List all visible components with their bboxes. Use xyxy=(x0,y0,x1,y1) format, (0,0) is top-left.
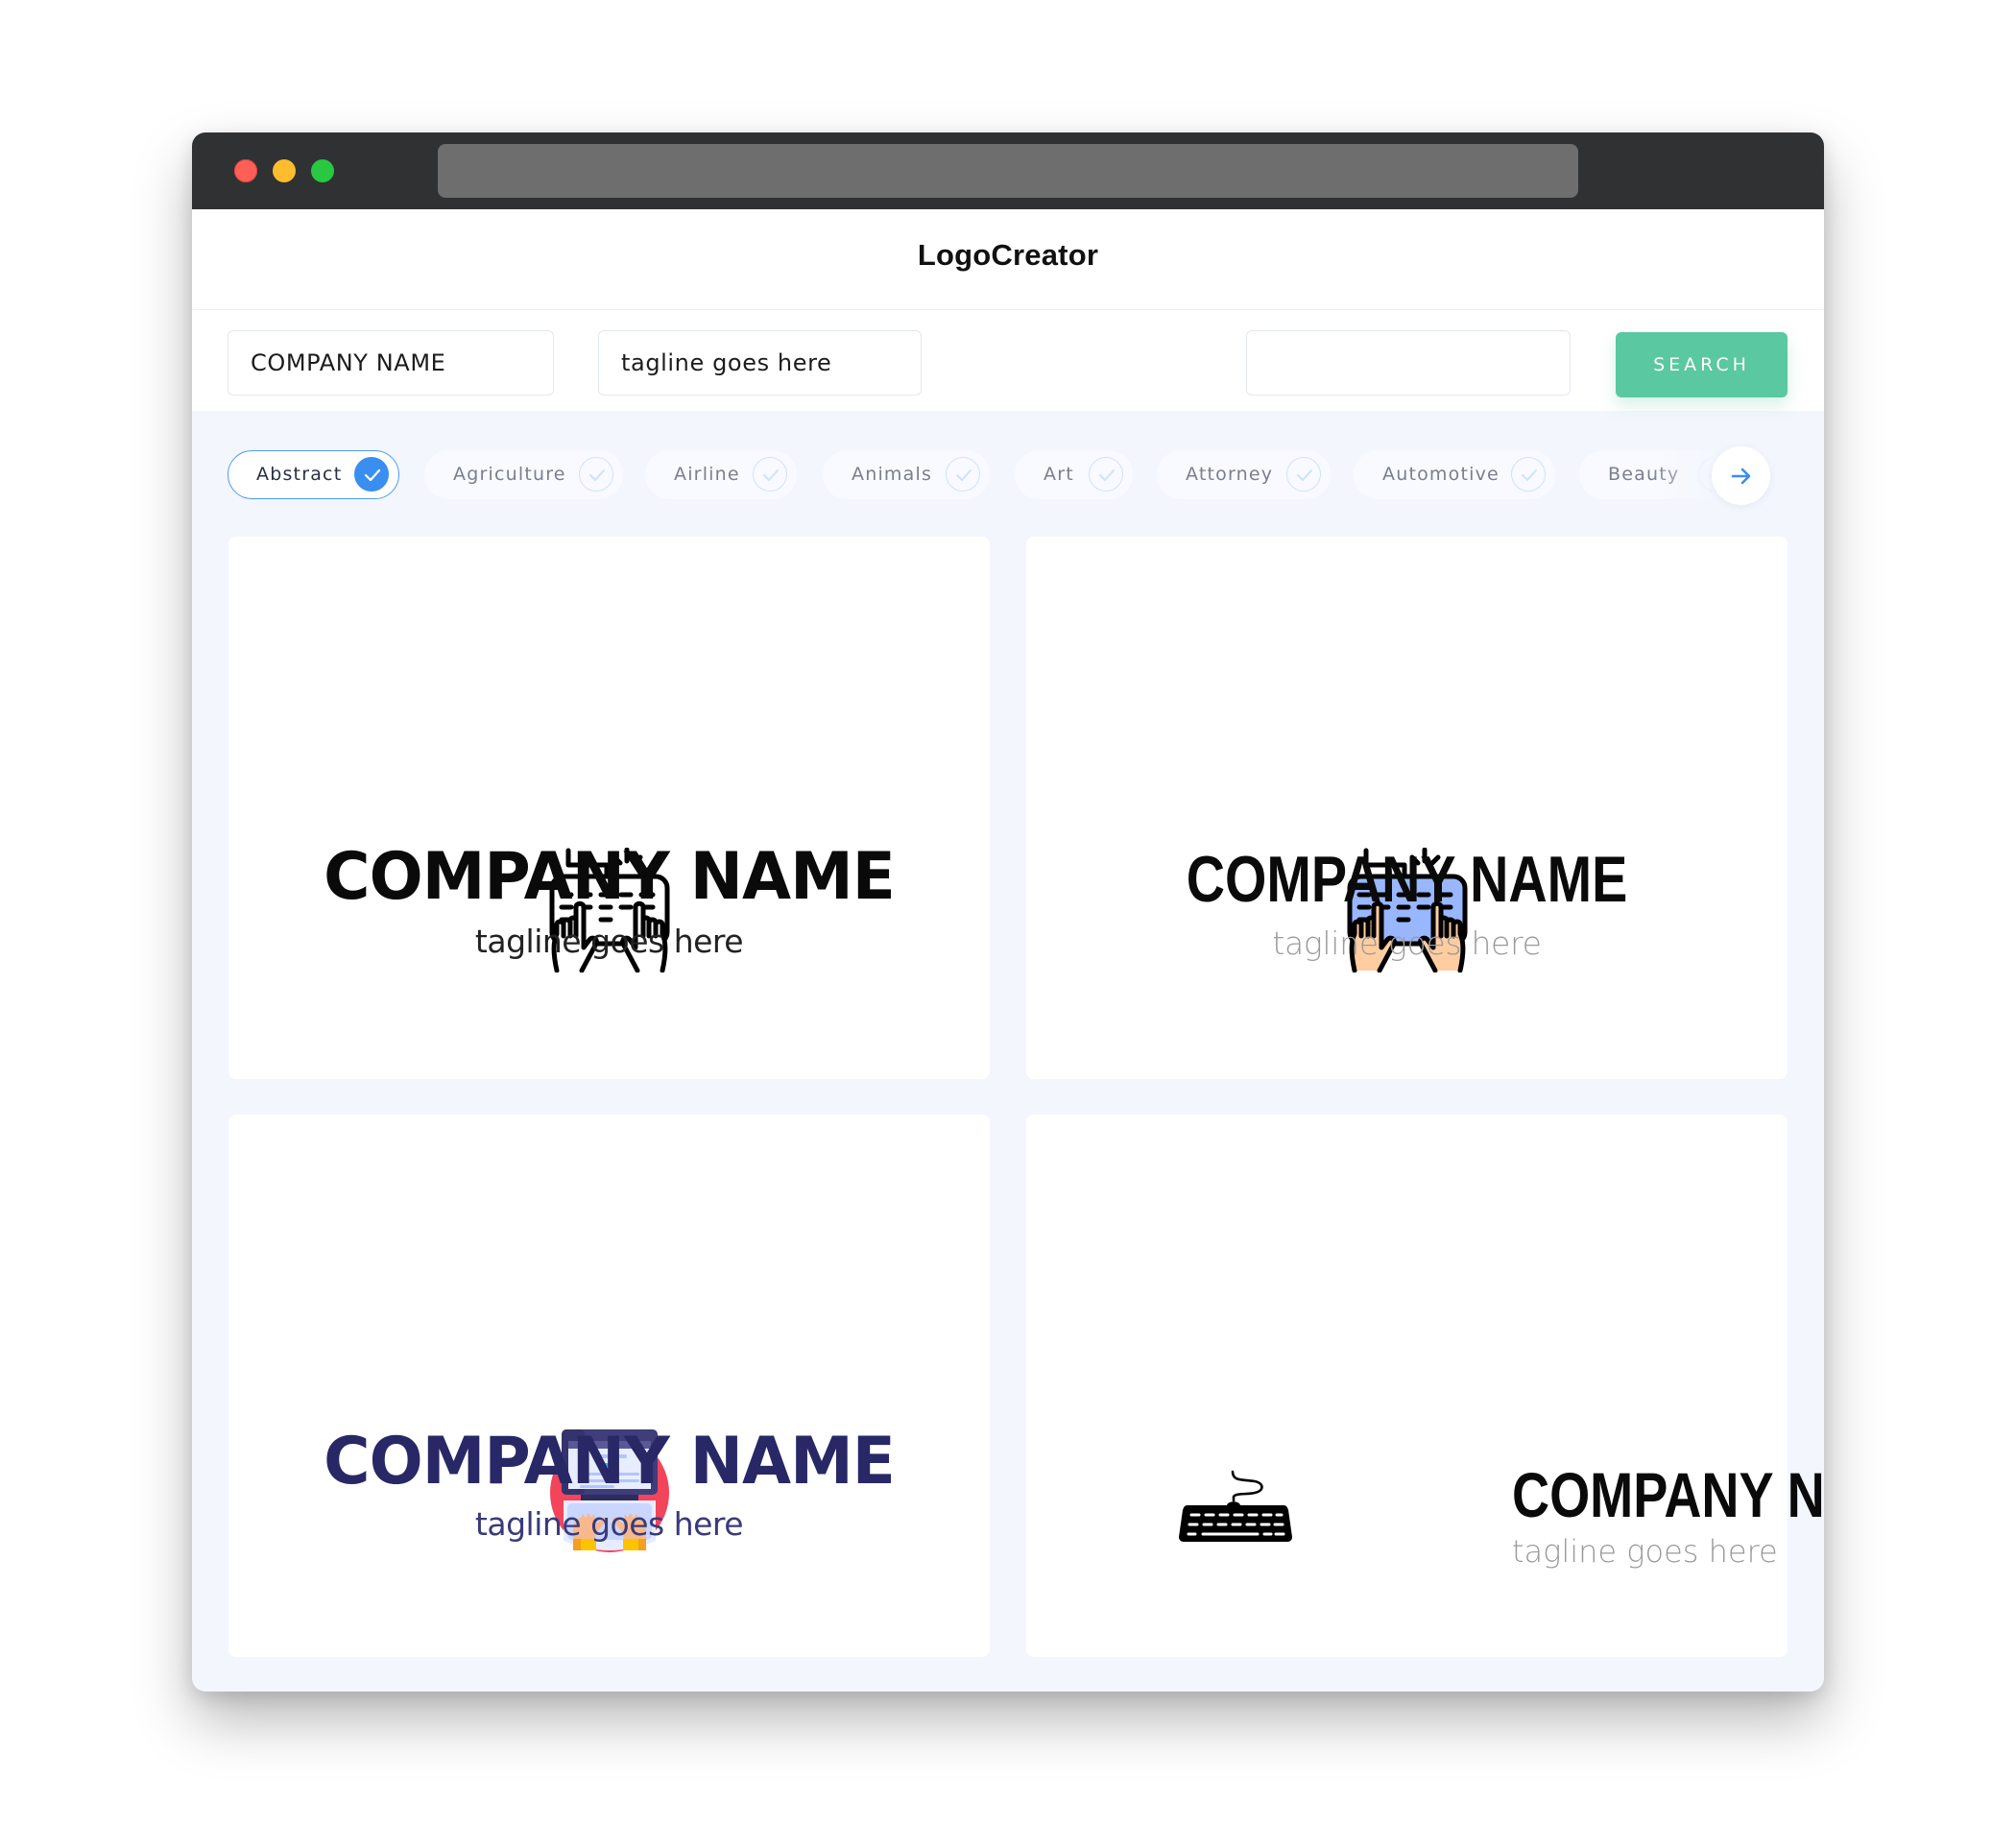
category-chip-label: Airline xyxy=(674,464,740,485)
arrow-right-icon xyxy=(1731,468,1751,485)
app-header: LogoCreator xyxy=(192,209,1824,309)
search-bar: SEARCH xyxy=(192,310,1824,411)
logo-tagline: tagline goes here xyxy=(474,1505,744,1543)
tagline-input[interactable] xyxy=(598,330,922,396)
category-chip-airline[interactable]: Airline xyxy=(645,450,797,499)
title-bar xyxy=(192,132,1824,209)
category-chip-art[interactable]: Art xyxy=(1015,450,1133,499)
category-chip-abstract[interactable]: Abstract xyxy=(228,450,399,499)
category-chip-attorney[interactable]: Attorney xyxy=(1157,450,1331,499)
category-filter-bar: Abstract Agriculture Airline Animals Art… xyxy=(192,411,1824,516)
browser-window: LogoCreator SEARCH Abstract Agriculture … xyxy=(192,132,1824,1692)
logo-tagline: tagline goes here xyxy=(1512,1533,1778,1570)
maximize-window-button[interactable] xyxy=(311,159,334,182)
category-chip-label: Art xyxy=(1044,464,1074,485)
check-icon xyxy=(946,457,980,492)
search-button[interactable]: SEARCH xyxy=(1616,332,1788,397)
keyword-search-input[interactable] xyxy=(1246,330,1571,396)
category-chip-label: Automotive xyxy=(1382,464,1500,485)
category-chip-label: Animals xyxy=(852,464,933,485)
category-chip-animals[interactable]: Animals xyxy=(823,450,990,499)
logo-company-name: COMPANY NAME xyxy=(1512,1459,1824,1530)
minimize-window-button[interactable] xyxy=(273,159,296,182)
category-chip-label: Attorney xyxy=(1186,464,1274,485)
category-chip-automotive[interactable]: Automotive xyxy=(1354,450,1555,499)
check-icon xyxy=(354,457,389,492)
keyboard-cable-solid-icon xyxy=(1179,1470,1292,1542)
logo-card[interactable]: COMPANY NAME tagline goes here xyxy=(1026,1115,1824,1657)
next-categories-button[interactable] xyxy=(1712,446,1770,505)
close-window-button[interactable] xyxy=(234,159,257,182)
check-icon xyxy=(1511,457,1546,492)
category-chip-agriculture[interactable]: Agriculture xyxy=(424,450,623,499)
logo-company-name: COMPANY NAME xyxy=(324,839,896,915)
address-bar[interactable] xyxy=(438,144,1578,198)
check-icon xyxy=(579,457,613,492)
brand-logo[interactable]: LogoCreator xyxy=(192,238,1824,273)
check-icon xyxy=(1286,457,1321,492)
logo-company-name: COMPANY NAME xyxy=(324,1424,896,1500)
check-icon xyxy=(753,457,787,492)
logo-company-name: COMPANY NAME xyxy=(1186,843,1628,916)
category-chip-label: Agriculture xyxy=(453,464,566,485)
category-chip-label: Abstract xyxy=(256,464,343,485)
logo-tagline: tagline goes here xyxy=(1272,924,1542,962)
logo-card[interactable]: COMPANY NAME tagline goes here xyxy=(228,537,990,1079)
logo-card[interactable]: COMPANY NAME tagline goes here xyxy=(228,1115,990,1657)
company-name-input[interactable] xyxy=(228,330,554,396)
logo-card[interactable]: COMPANY NAME tagline goes here xyxy=(1026,537,1788,1079)
check-icon xyxy=(1089,457,1123,492)
logo-tagline: tagline goes here xyxy=(474,923,744,960)
